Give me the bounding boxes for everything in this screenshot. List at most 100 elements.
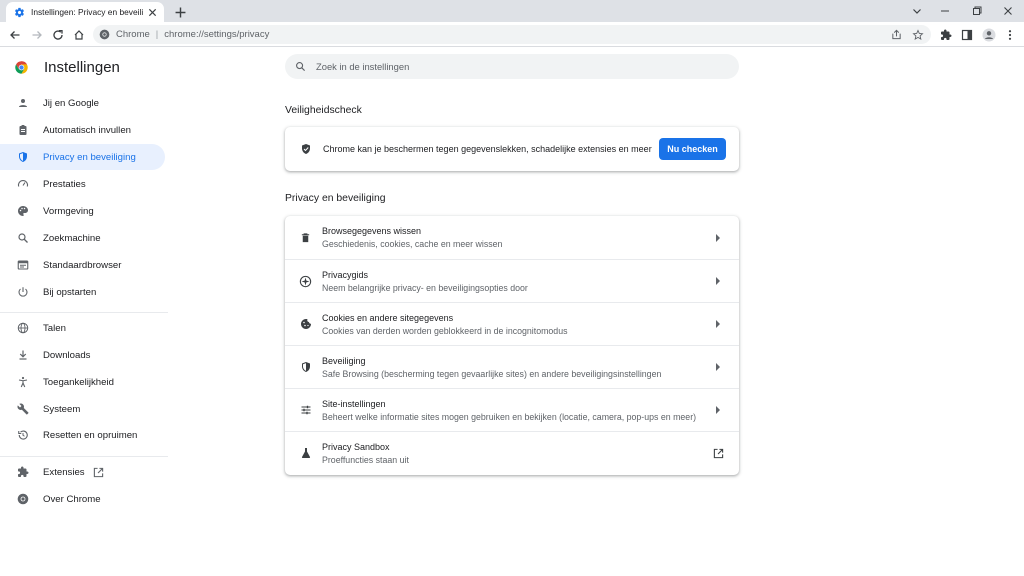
row-title: Cookies en andere sitegegevens <box>322 312 454 323</box>
puzzle-icon <box>940 29 951 40</box>
search-input[interactable] <box>316 61 716 72</box>
safety-check-text: Chrome kan je beschermen tegen gegevensl… <box>323 144 652 154</box>
external-link-icon <box>712 447 724 459</box>
sidebar-item-languages[interactable]: Talen <box>0 315 165 341</box>
sidebar-item-default-browser[interactable]: Standaardbrowser <box>0 252 165 278</box>
row-title: Privacy Sandbox <box>322 441 390 452</box>
row-title: Browsegegevens wissen <box>322 226 422 236</box>
row-privacy-guide[interactable]: Privacygids Neem belangrijke privacy- en… <box>285 259 739 302</box>
sidebar-item-label: Systeem <box>43 403 81 415</box>
menu-button[interactable] <box>1001 26 1018 43</box>
restore-button[interactable] <box>967 3 987 19</box>
sidebar-item-label: Talen <box>43 322 66 334</box>
row-privacy-sandbox[interactable]: Privacy Sandbox Proeffuncties staan uit <box>285 431 739 474</box>
external-link-icon <box>93 467 104 478</box>
sidebar-item-label: Privacy en beveiliging <box>43 151 136 163</box>
restore-icon <box>16 429 29 442</box>
settings-header: Instellingen <box>14 57 120 77</box>
extensions-button[interactable] <box>937 26 954 43</box>
sidebar-item-about-chrome[interactable]: Over Chrome <box>0 486 165 512</box>
row-site-settings[interactable]: Site-instellingen Beheert welke informat… <box>285 388 739 431</box>
sidebar-item-label: Prestaties <box>43 178 86 190</box>
trash-icon <box>299 231 312 244</box>
bookmark-star-icon[interactable] <box>910 27 925 42</box>
minimize-icon <box>941 10 949 12</box>
globe-icon <box>16 322 29 335</box>
safety-check-card: Chrome kan je beschermen tegen gegevensl… <box>285 127 739 171</box>
sliders-icon <box>299 404 312 417</box>
row-title: Site-instellingen <box>322 398 386 409</box>
sidebar-item-accessibility[interactable]: Toegankelijkheid <box>0 369 165 395</box>
sidebar-item-reset[interactable]: Resetten en opruimen <box>0 422 165 448</box>
row-title: Beveiliging <box>322 355 366 366</box>
row-subtitle: Proeffuncties staan uit <box>322 454 409 465</box>
row-security[interactable]: Beveiliging Safe Browsing (bescherming t… <box>285 345 739 388</box>
browser-toolbar: Chrome | chrome://settings/privacy <box>0 22 1024 47</box>
row-subtitle: Neem belangrijke privacy- en beveiliging… <box>322 282 528 293</box>
row-text: Privacy Sandbox Proeffuncties staan uit <box>322 441 712 466</box>
check-now-button[interactable]: Nu checken <box>659 138 726 160</box>
sidebar-item-autofill[interactable]: Automatisch invullen <box>0 117 165 143</box>
row-text: Privacygids Neem belangrijke privacy- en… <box>322 269 712 294</box>
search-icon <box>295 61 307 73</box>
sidebar-item-on-startup[interactable]: Bij opstarten <box>0 279 165 305</box>
row-subtitle: Safe Browsing (bescherming tegen gevaarl… <box>322 368 662 379</box>
privacy-card: Browsegegevens wissen Geschiedenis, cook… <box>285 216 739 475</box>
sidebar-item-search-engine[interactable]: Zoekmachine <box>0 225 165 251</box>
privacy-heading: Privacy en beveiliging <box>285 193 386 204</box>
wrench-icon <box>16 403 29 416</box>
reload-button[interactable] <box>49 26 66 43</box>
sidebar-item-extensions[interactable]: Extensies <box>0 459 165 485</box>
address-bar[interactable]: Chrome | chrome://settings/privacy <box>93 25 931 44</box>
reload-icon <box>52 29 63 40</box>
tab-search-button[interactable] <box>907 3 927 19</box>
row-cookies[interactable]: Cookies en andere sitegegevens Cookies v… <box>285 302 739 345</box>
close-icon[interactable] <box>146 6 158 18</box>
new-tab-button[interactable] <box>172 4 188 20</box>
download-icon <box>16 349 29 362</box>
row-text: Browsegegevens wissen Geschiedenis, cook… <box>322 225 712 250</box>
page-title: Instellingen <box>44 58 120 76</box>
plus-icon <box>175 7 185 17</box>
omnibox-url: chrome://settings/privacy <box>164 29 270 40</box>
tab-title: Instellingen: Privacy en beveiliging <box>31 7 143 17</box>
sidebar-item-label: Standaardbrowser <box>43 259 122 271</box>
sidebar-item-label: Bij opstarten <box>43 286 97 298</box>
sidebar-item-you-and-google[interactable]: Jij en Google <box>0 90 165 116</box>
home-button[interactable] <box>70 26 87 43</box>
row-clear-browsing-data[interactable]: Browsegegevens wissen Geschiedenis, cook… <box>285 216 739 259</box>
sidebar-item-privacy[interactable]: Privacy en beveiliging <box>0 144 165 170</box>
sidebar-item-label: Extensies <box>43 466 85 478</box>
close-window-button[interactable] <box>998 3 1018 19</box>
sidebar-item-performance[interactable]: Prestaties <box>0 171 165 197</box>
browser-window-icon <box>16 259 29 272</box>
chevron-down-icon <box>913 9 921 14</box>
chevron-right-icon <box>712 361 724 373</box>
row-text: Beveiliging Safe Browsing (bescherming t… <box>322 355 712 380</box>
row-text: Site-instellingen Beheert welke informat… <box>322 398 712 423</box>
chevron-right-icon <box>712 275 724 287</box>
close-icon <box>1004 7 1012 15</box>
sidebar-item-system[interactable]: Systeem <box>0 396 165 422</box>
row-subtitle: Beheert welke informatie sites mogen geb… <box>322 411 697 422</box>
share-icon[interactable] <box>889 27 904 42</box>
profile-button[interactable] <box>980 26 997 43</box>
side-panel-button[interactable] <box>958 26 975 43</box>
shield-check-icon <box>300 143 312 155</box>
minimize-button[interactable] <box>935 3 955 19</box>
shield-icon <box>16 151 29 164</box>
sidebar-item-label: Downloads <box>43 349 91 361</box>
sidebar-item-downloads[interactable]: Downloads <box>0 342 165 368</box>
sidebar-item-label: Resetten en opruimen <box>43 429 138 441</box>
sidebar-item-appearance[interactable]: Vormgeving <box>0 198 165 224</box>
power-icon <box>16 286 29 299</box>
sidebar-item-label: Zoekmachine <box>43 232 101 244</box>
forward-button[interactable] <box>28 26 45 43</box>
row-subtitle: Geschiedenis, cookies, cache en meer wis… <box>322 239 503 249</box>
settings-search[interactable] <box>285 54 739 79</box>
back-button[interactable] <box>6 26 23 43</box>
sidebar-item-label: Over Chrome <box>43 493 101 505</box>
search-icon <box>16 232 29 245</box>
row-text: Cookies en andere sitegegevens Cookies v… <box>322 312 712 337</box>
tab-settings[interactable]: Instellingen: Privacy en beveiliging <box>6 2 164 22</box>
